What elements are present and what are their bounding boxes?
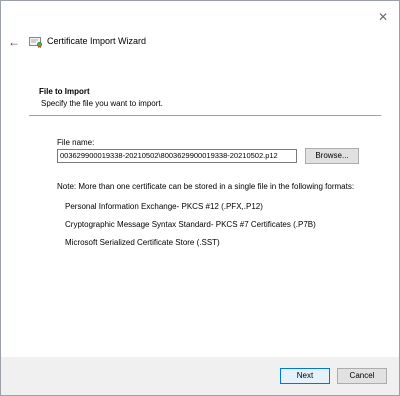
page-heading: File to Import — [39, 87, 90, 96]
import-wizard-window: ✕ ← Certificate Import Wizard File to Im… — [0, 0, 400, 396]
cancel-button[interactable]: Cancel — [337, 368, 387, 384]
format-item-sst: Microsoft Serialized Certificate Store (… — [65, 238, 220, 247]
back-arrow-icon[interactable]: ← — [7, 35, 21, 49]
file-name-label: File name: — [57, 138, 95, 147]
format-item-p7b: Cryptographic Message Syntax Standard- P… — [65, 220, 316, 229]
header-divider — [29, 115, 381, 116]
format-item-pfx: Personal Information Exchange- PKCS #12 … — [65, 202, 263, 211]
browse-button[interactable]: Browse... — [305, 148, 359, 164]
formats-note: Note: More than one certificate can be s… — [57, 182, 355, 191]
close-icon[interactable]: ✕ — [375, 9, 391, 25]
page-subheading: Specify the file you want to import. — [41, 99, 163, 108]
certificate-icon — [29, 37, 43, 48]
next-button[interactable]: Next — [280, 368, 330, 384]
wizard-title: Certificate Import Wizard — [47, 36, 147, 46]
file-name-input[interactable]: 003629900019338-20210502\800362990001933… — [57, 149, 297, 163]
